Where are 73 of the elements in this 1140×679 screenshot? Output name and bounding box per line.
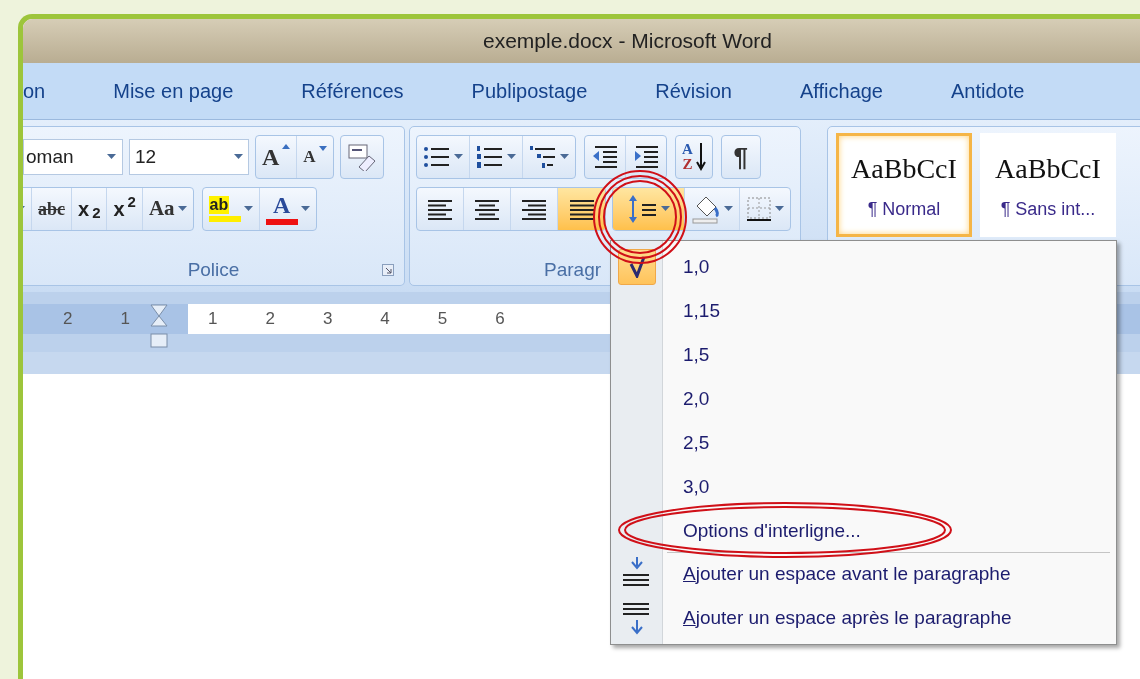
space-after-icon [623, 601, 651, 635]
numbered-list-icon [476, 144, 504, 170]
sort-button[interactable]: A Z [676, 136, 712, 178]
ribbon-tab[interactable]: Affichage [797, 72, 885, 110]
menu-item[interactable]: 1,5 [667, 333, 1112, 377]
caret-icon [300, 206, 310, 212]
ribbon-tab[interactable]: Références [299, 72, 406, 110]
menu-item[interactable]: 2,5 [667, 421, 1112, 465]
change-case-button[interactable]: Aa [142, 188, 193, 230]
font-size-field[interactable]: 12 [129, 139, 249, 175]
caret-icon [454, 154, 463, 160]
group-label: Police [187, 257, 240, 282]
line-spacing-button[interactable] [613, 188, 685, 230]
increase-indent-icon [632, 144, 660, 170]
ribbon-tab[interactable]: on [23, 72, 48, 110]
multilevel-list-icon [529, 144, 557, 170]
font-name-field[interactable]: oman [23, 139, 123, 175]
highlight-button[interactable]: ab [202, 188, 260, 230]
font-color-button[interactable]: A [259, 188, 316, 230]
caret-icon [724, 206, 733, 212]
caret-icon [775, 206, 784, 212]
caret-icon [560, 154, 569, 160]
caret-icon [243, 206, 253, 212]
window-title: exemple.docx - Microsoft Word [483, 28, 773, 55]
menu-item[interactable]: 3,0 [667, 465, 1112, 509]
menu-item[interactable]: 2,0 [667, 377, 1112, 421]
menu-item[interactable]: Options d'interligne... [667, 509, 1112, 553]
caret-icon [234, 154, 243, 160]
subscript-button[interactable]: x$_{2}$ [72, 188, 108, 230]
align-right-icon [522, 197, 546, 221]
eraser-icon [346, 143, 377, 171]
bullet-list-icon [423, 145, 451, 169]
caret-icon [107, 154, 116, 160]
line-spacing-icon [627, 194, 658, 224]
ruler-number: 4 [380, 308, 390, 331]
superscript-button[interactable]: x$^{2}$ [107, 188, 143, 230]
ribbon-tab[interactable]: Antidote [949, 72, 1027, 110]
caret-icon [507, 154, 516, 160]
ruler-number: 3 [322, 308, 333, 331]
align-left-icon [428, 197, 452, 221]
ruler-number: 6 [495, 308, 505, 331]
ruler-number: 1 [207, 308, 218, 331]
menu-item[interactable]: Ajouter un espace après le paragraphe [667, 596, 1112, 640]
align-justify-button[interactable] [558, 188, 605, 230]
indent-marker-icon [149, 304, 168, 348]
ruler-number: 5 [437, 308, 448, 331]
ruler-number: 2 [63, 308, 73, 331]
paint-bucket-icon [691, 194, 721, 224]
decrease-indent-icon [591, 144, 619, 170]
ruler-number: 1 [120, 308, 130, 331]
ribbon-tab[interactable]: Révision [653, 72, 734, 110]
ruler-number: 2 [265, 308, 275, 331]
ribbon-tab[interactable]: Publipostage [469, 72, 590, 110]
caret-up-icon [282, 144, 291, 150]
style-card[interactable]: AaBbCcI ¶ Sans int... [980, 133, 1116, 237]
menu-item[interactable]: 1,15 [667, 289, 1112, 333]
down-arrow-icon [695, 143, 706, 171]
menu-item[interactable]: 1,0 [667, 245, 1112, 289]
strikethrough-button[interactable]: abc [32, 188, 72, 230]
caret-down-icon [318, 146, 327, 152]
caret-icon [660, 206, 670, 212]
show-formatting-button[interactable]: ¶ [721, 136, 760, 178]
style-card[interactable]: AaBbCcI ¶ Normal [836, 133, 972, 237]
group-label: Paragr [544, 257, 602, 282]
caret-icon [177, 206, 187, 212]
align-justify-icon [569, 197, 594, 221]
menu-item[interactable]: Ajouter un espace avant le paragraphe [667, 552, 1112, 596]
dialog-launcher-icon [382, 264, 394, 276]
grow-font-button[interactable]: A [256, 136, 298, 178]
align-center-icon [475, 197, 499, 221]
borders-icon [746, 196, 772, 222]
ribbon-tab[interactable]: Mise en page [111, 72, 236, 110]
shrink-font-button[interactable]: A [297, 136, 333, 178]
